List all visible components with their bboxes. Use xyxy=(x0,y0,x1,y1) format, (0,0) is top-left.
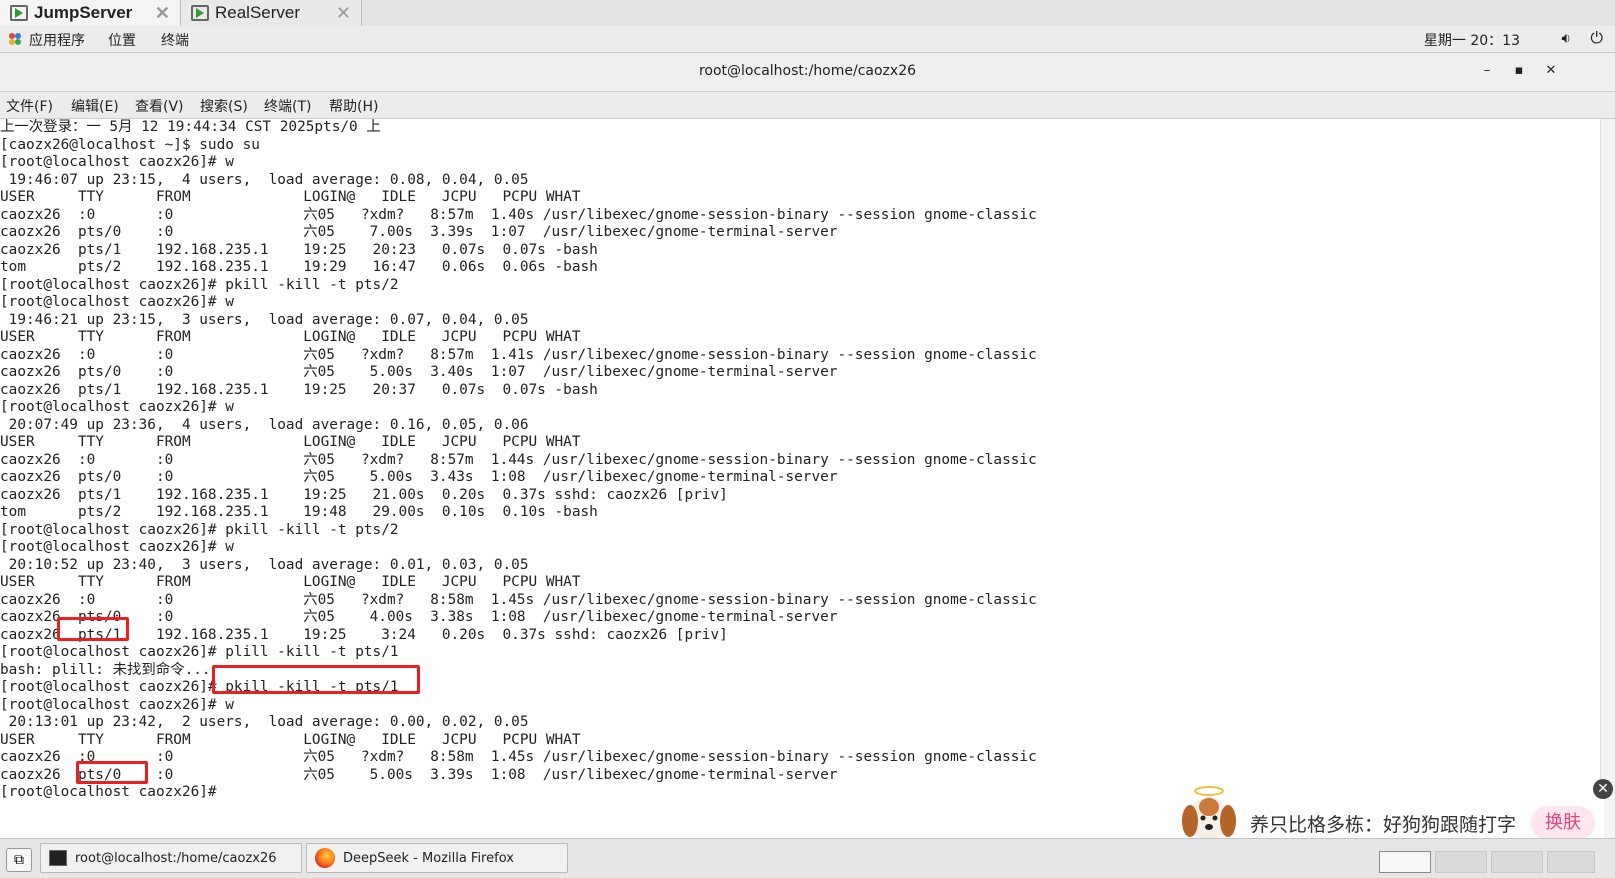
terminal-menubar: 文件(F) 编辑(E) 查看(V) 搜索(S) 终端(T) 帮助(H) xyxy=(0,92,1615,119)
terminal-line: [root@localhost caozx26]# pkill -kill -t… xyxy=(0,521,399,538)
terminal-scrollbar[interactable] xyxy=(1600,119,1615,839)
window-titlebar: root@localhost:/home/caozx26 – ▪ ✕ xyxy=(0,53,1615,92)
window-title: root@localhost:/home/caozx26 xyxy=(698,63,917,79)
annotation-box-pts1 xyxy=(57,617,129,641)
terminal-line: 20:13:01 up 23:42, 2 users, load average… xyxy=(0,714,529,730)
terminal-line: caozx26 pts/1 192.168.235.1 19:25 21.00s… xyxy=(0,486,728,503)
close-icon[interactable]: ✕ xyxy=(336,0,351,26)
menu-view[interactable]: 查看(V) xyxy=(135,96,184,116)
show-desktop-button[interactable]: ⧉ xyxy=(6,848,32,872)
terminal-line: caozx26 :0 :0 六05 ?xdm? 8:57m 1.44s /usr… xyxy=(0,451,1037,468)
terminal-line: USER TTY FROM LOGIN@ IDLE JCPU PCPU WHAT xyxy=(0,731,581,748)
vm-tab-realserver[interactable]: RealServer ✕ xyxy=(180,0,362,26)
annotation-box-pkill-command xyxy=(212,665,420,694)
terminal-output[interactable]: 上一次登录：一 5月 12 19:44:34 CST 2025pts/0 上 [c… xyxy=(0,119,1600,839)
taskbar-item-label: root@localhost:/home/caozx26 xyxy=(75,850,277,866)
terminal-line: tom pts/2 192.168.235.1 19:29 16:47 0.06… xyxy=(0,259,598,275)
vm-tab-jumpserver[interactable]: JumpServer ✕ xyxy=(0,0,181,26)
minimize-button[interactable]: – xyxy=(1477,61,1497,81)
terminal-launcher[interactable]: 终端 xyxy=(161,30,189,50)
workspace-1[interactable] xyxy=(1379,851,1431,873)
terminal-line: [root@localhost caozx26]# w xyxy=(0,539,234,555)
terminal-line: [root@localhost caozx26]# pkill -kill -t… xyxy=(0,276,399,293)
volume-icon[interactable]: 🔉︎ xyxy=(1562,29,1571,47)
close-button[interactable]: ✕ xyxy=(1541,61,1561,81)
power-icon[interactable]: ⏻ xyxy=(1590,28,1603,48)
ad-skin-button[interactable]: 换肤 xyxy=(1531,806,1595,840)
terminal-line: 20:07:49 up 23:36, 4 users, load average… xyxy=(0,416,529,433)
menu-file[interactable]: 文件(F) xyxy=(6,96,53,116)
terminal-line: caozx26 pts/0 :0 六05 5.00s 3.39s 1:08 /u… xyxy=(0,766,838,783)
terminal-line: [root@localhost caozx26]# w xyxy=(0,154,234,170)
terminal-line: caozx26 pts/0 :0 六05 4.00s 3.38s 1:08 /u… xyxy=(0,609,838,625)
terminal-line: [root@localhost caozx26]# xyxy=(0,784,226,800)
clock[interactable]: 星期一 20：13 xyxy=(1424,30,1520,50)
maximize-button[interactable]: ▪ xyxy=(1509,61,1529,81)
taskbar-item-firefox[interactable]: DeepSeek - Mozilla Firefox xyxy=(306,843,568,873)
vm-tab-label: RealServer xyxy=(215,3,301,22)
terminal-line: caozx26 pts/1 192.168.235.1 19:25 20:37 … xyxy=(0,381,598,398)
terminal-line: [root@localhost caozx26]# w xyxy=(0,294,234,310)
workspace-4[interactable] xyxy=(1547,851,1595,873)
terminal-line: [root@localhost caozx26]# pkill -kill -t… xyxy=(0,679,399,695)
menu-search[interactable]: 搜索(S) xyxy=(200,96,248,116)
firefox-icon xyxy=(315,848,335,868)
terminal-line: caozx26 :0 :0 六05 ?xdm? 8:58m 1.45s /usr… xyxy=(0,591,1037,608)
terminal-line: caozx26 pts/0 :0 六05 5.00s 3.40s 1:07 /u… xyxy=(0,364,838,380)
terminal-text: 上一次登录：一 5月 12 19:44:34 CST 2025pts/0 上 [c… xyxy=(0,119,1037,802)
vm-icon xyxy=(191,5,209,21)
terminal-line: caozx26 pts/1 192.168.235.1 19:25 20:23 … xyxy=(0,241,598,258)
terminal-line: 20:10:52 up 23:40, 3 users, load average… xyxy=(0,556,529,573)
terminal-line: caozx26 pts/1 192.168.235.1 19:25 3:24 0… xyxy=(0,626,728,643)
applications-menu[interactable]: 应用程序 xyxy=(29,30,85,50)
annotation-box-pts0 xyxy=(76,761,148,784)
top-panel: 应用程序 位置 终端 星期一 20：13 🔉︎ ⏻ xyxy=(0,26,1615,53)
menu-help[interactable]: 帮助(H) xyxy=(329,96,378,116)
terminal-line: 19:46:21 up 23:15, 3 users, load average… xyxy=(0,311,529,328)
taskbar-item-terminal[interactable]: root@localhost:/home/caozx26 xyxy=(40,843,302,873)
workspace-2[interactable] xyxy=(1435,851,1487,873)
terminal-line: tom pts/2 192.168.235.1 19:48 29.00s 0.1… xyxy=(0,504,598,520)
terminal-line: caozx26 pts/0 :0 六05 7.00s 3.39s 1:07 /u… xyxy=(0,224,838,240)
terminal-line: USER TTY FROM LOGIN@ IDLE JCPU PCPU WHAT xyxy=(0,434,581,450)
terminal-line: [caozx26@localhost ~]$ sudo su xyxy=(0,136,260,153)
terminal-line: bash: plill: 未找到命令... xyxy=(0,661,211,678)
taskbar-item-label: DeepSeek - Mozilla Firefox xyxy=(343,850,514,866)
taskbar: ⧉ root@localhost:/home/caozx26 DeepSeek … xyxy=(0,838,1615,878)
vm-tab-strip: JumpServer ✕ RealServer ✕ xyxy=(0,0,1615,27)
terminal-line: 上一次登录：一 5月 12 19:44:34 CST 2025pts/0 上 xyxy=(0,119,381,135)
vm-icon xyxy=(10,5,28,21)
terminal-line: caozx26 :0 :0 六05 ?xdm? 8:58m 1.45s /usr… xyxy=(0,749,1037,765)
terminal-icon xyxy=(49,850,67,866)
ad-text[interactable]: 养只比格多栋：好狗狗跟随打字 xyxy=(1250,810,1516,837)
terminal-line: [root@localhost caozx26]# plill -kill -t… xyxy=(0,644,399,660)
terminal-line: caozx26 pts/0 :0 六05 5.00s 3.43s 1:08 /u… xyxy=(0,469,838,485)
menu-terminal[interactable]: 终端(T) xyxy=(264,96,311,116)
close-icon[interactable]: ✕ xyxy=(155,0,170,26)
vm-tab-label: JumpServer xyxy=(34,3,133,22)
terminal-line: [root@localhost caozx26]# w xyxy=(0,696,234,713)
ad-close-button[interactable]: ✕ xyxy=(1593,779,1613,799)
workspace-3[interactable] xyxy=(1491,851,1543,873)
terminal-line: USER TTY FROM LOGIN@ IDLE JCPU PCPU WHAT xyxy=(0,329,581,345)
terminal-line: [root@localhost caozx26]# w xyxy=(0,399,234,415)
terminal-line: caozx26 :0 :0 六05 ?xdm? 8:57m 1.40s /usr… xyxy=(0,206,1037,223)
terminal-line: 19:46:07 up 23:15, 4 users, load average… xyxy=(0,171,529,188)
terminal-line: caozx26 :0 :0 六05 ?xdm? 8:57m 1.41s /usr… xyxy=(0,346,1037,363)
places-menu[interactable]: 位置 xyxy=(108,30,136,50)
terminal-line: USER TTY FROM LOGIN@ IDLE JCPU PCPU WHAT xyxy=(0,189,581,205)
menu-edit[interactable]: 编辑(E) xyxy=(71,96,119,116)
terminal-line: USER TTY FROM LOGIN@ IDLE JCPU PCPU WHAT xyxy=(0,574,581,590)
applications-icon xyxy=(9,33,21,45)
